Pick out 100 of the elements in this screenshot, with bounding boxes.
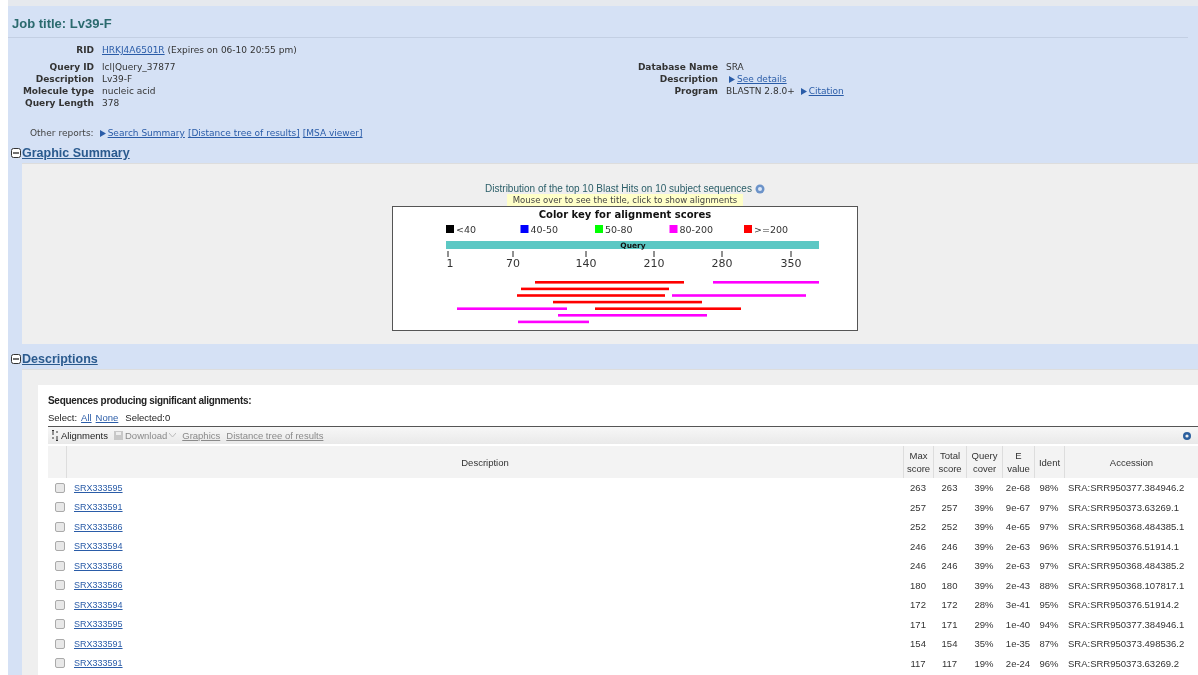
row-checkbox[interactable] — [54, 619, 65, 630]
table-cell-text: 39% — [973, 539, 995, 554]
selected-count: Selected:0 — [125, 412, 171, 423]
table-cell-text: 180 — [909, 578, 927, 593]
report-link[interactable]: [MSA viewer] — [302, 128, 363, 138]
table-cell-text: 246 — [909, 539, 927, 554]
report-link[interactable]: [Distance tree of results] — [187, 128, 300, 138]
collapse-icon[interactable] — [11, 148, 21, 158]
table-cell-text: 1e-40 — [1004, 617, 1032, 632]
description-link[interactable]: SRX333591 — [70, 502, 123, 513]
description-link[interactable]: SRX333586 — [70, 580, 123, 591]
table-cell-text: 252 — [909, 520, 927, 535]
table-cell-text: 97% — [1038, 520, 1060, 535]
row-checkbox[interactable] — [54, 502, 65, 513]
section-title[interactable]: Descriptions — [22, 352, 98, 366]
field-label: Program — [673, 86, 718, 97]
section-title[interactable]: Graphic Summary — [22, 146, 130, 160]
hit-bar[interactable] — [713, 281, 819, 284]
description-link[interactable]: SRX333595 — [70, 482, 123, 493]
field-value: lcl|Query_37877 — [102, 62, 177, 73]
description-link[interactable]: SRX333586 — [70, 560, 123, 571]
accession-cell-text: SRA:SRR950368.484385.2 — [1067, 559, 1186, 574]
table-cell-text: 39% — [973, 481, 995, 496]
table-cell-text: 19% — [973, 656, 995, 671]
table-cell-text: 263 — [909, 481, 927, 496]
hit-bar[interactable] — [518, 320, 589, 324]
select-all-link[interactable]: All — [81, 412, 92, 423]
row-checkbox[interactable] — [54, 482, 65, 493]
hit-bar[interactable] — [535, 281, 684, 284]
description-link[interactable]: SRX333586 — [70, 521, 123, 532]
details-link[interactable]: See details — [737, 74, 787, 84]
settings-icon[interactable] — [1182, 430, 1192, 441]
field-value: Lv39-F — [102, 74, 134, 85]
collapse-icon[interactable] — [11, 354, 21, 364]
hit-bar[interactable] — [595, 307, 741, 310]
table-cell-text: 172 — [909, 598, 927, 613]
legend-label: 50-80 — [605, 224, 633, 235]
description-link[interactable]: SRX333594 — [70, 599, 123, 610]
field-label: Description — [34, 74, 94, 85]
report-link[interactable]: Search Summary — [107, 128, 185, 138]
column-header[interactable]: Total score — [933, 446, 966, 478]
caret-icon — [169, 433, 177, 438]
table-cell-text: 2e-63 — [1004, 559, 1032, 574]
field-value: BLASTN 2.8.0+ — [726, 86, 795, 96]
table-cell-text: 246 — [909, 559, 927, 574]
table-cell-text: 252 — [940, 520, 959, 535]
description-link[interactable]: SRX333595 — [70, 619, 123, 630]
table-cell-text: 1e-35 — [1004, 637, 1032, 652]
table-cell-text: 171 — [909, 617, 927, 632]
table-cell-text: 246 — [940, 539, 959, 554]
row-checkbox[interactable] — [54, 638, 65, 649]
triangle-icon — [99, 130, 106, 137]
row-checkbox[interactable] — [54, 521, 65, 532]
column-header[interactable]: Query cover — [966, 446, 1002, 478]
hit-bar[interactable] — [457, 307, 567, 310]
accession-cell-text: SRA:SRR950377.384946.2 — [1067, 481, 1186, 496]
table-cell-text: 28% — [973, 598, 995, 613]
triangle-icon — [729, 76, 735, 83]
row-checkbox[interactable] — [54, 541, 65, 552]
table-cell-text: 2e-68 — [1004, 481, 1032, 496]
accession-cell-text: SRA:SRR950373.63269.1 — [1067, 500, 1180, 515]
column-header[interactable]: E value — [1002, 446, 1034, 478]
accession-cell-text: SRA:SRR950368.484385.1 — [1067, 520, 1186, 535]
field-label: Query Length — [24, 98, 94, 109]
row-checkbox[interactable] — [54, 599, 65, 610]
select-none-link[interactable]: None — [95, 412, 119, 423]
tick-label: 280 — [711, 257, 733, 270]
table-cell-text: 39% — [973, 578, 995, 593]
accession-cell-text: SRA:SRR950368.107817.1 — [1067, 578, 1186, 593]
help-icon[interactable] — [754, 183, 765, 194]
row-checkbox[interactable] — [54, 560, 65, 571]
tick-label: 210 — [643, 257, 665, 270]
table-cell-text: 39% — [973, 559, 995, 574]
rid-link[interactable]: HRKJ4A6501R — [102, 45, 165, 55]
row-checkbox[interactable] — [54, 658, 65, 669]
table-cell-text: 39% — [973, 520, 995, 535]
hit-bar[interactable] — [521, 287, 669, 291]
column-header[interactable]: Ident — [1034, 446, 1064, 478]
field-label: Description — [658, 74, 718, 85]
tick-label: 70 — [506, 257, 520, 270]
column-header[interactable]: Description — [66, 446, 903, 478]
column-header[interactable]: Max score — [903, 446, 933, 478]
tick-label: 350 — [780, 257, 802, 270]
chart-caption: Distribution of the top 10 Blast Hits on 10 subject sequences — [485, 183, 752, 194]
description-link[interactable]: SRX333594 — [70, 541, 123, 552]
legend-label: >=200 — [754, 224, 789, 235]
accession-cell-text: SRA:SRR950377.384946.1 — [1067, 617, 1186, 632]
citation-link[interactable]: Citation — [808, 86, 844, 96]
toolbar-item[interactable]: Alignments — [52, 430, 108, 441]
hit-bar[interactable] — [553, 300, 702, 304]
field-value: 378 — [102, 98, 121, 109]
table-cell-text: 2e-63 — [1004, 539, 1032, 554]
hit-bar[interactable] — [558, 314, 707, 317]
description-link[interactable]: SRX333591 — [70, 638, 123, 649]
column-header[interactable]: Accession — [1064, 446, 1198, 478]
description-link[interactable]: SRX333591 — [70, 658, 123, 669]
table-cell-text: 94% — [1038, 617, 1060, 632]
row-checkbox[interactable] — [54, 580, 65, 591]
field-label: RID — [75, 45, 94, 57]
table-cell-text: 39% — [973, 500, 995, 515]
